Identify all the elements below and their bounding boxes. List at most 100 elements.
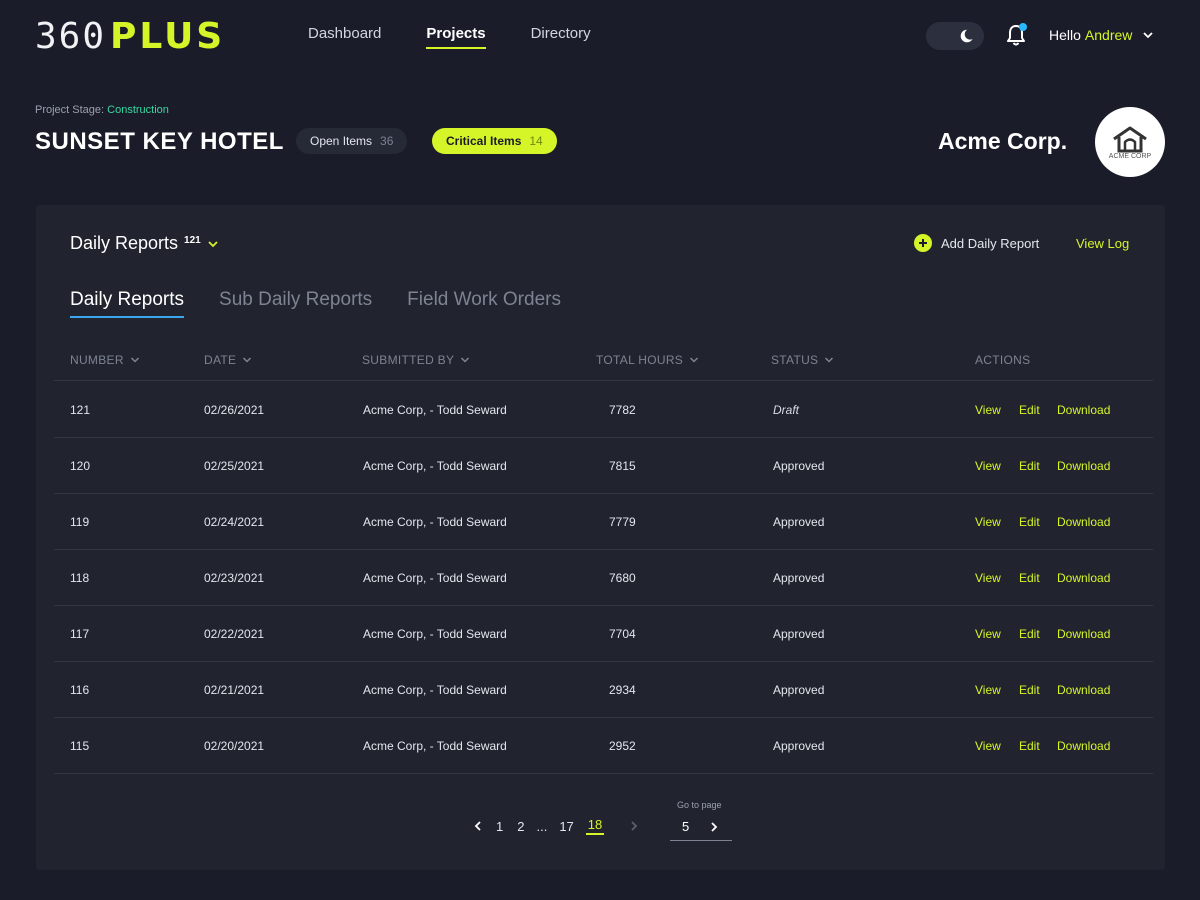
cell-number: 119 [70, 515, 90, 529]
edit-link[interactable]: Edit [1019, 459, 1040, 473]
table-row: 119 02/24/2021 Acme Corp, - Todd Seward … [54, 494, 1153, 550]
cell-total-hours: 7704 [609, 627, 636, 641]
header-date-label: DATE [204, 353, 237, 367]
download-link[interactable]: Download [1057, 571, 1110, 585]
cell-status: Approved [773, 683, 825, 697]
cell-status: Approved [773, 739, 825, 753]
header-date[interactable]: DATE [204, 353, 252, 367]
cell-total-hours: 2952 [609, 739, 636, 753]
open-items-pill[interactable]: Open Items 36 [296, 128, 408, 154]
cell-submitted-by: Acme Corp, - Todd Seward [363, 403, 507, 417]
chevron-down-icon [243, 357, 252, 363]
download-link[interactable]: Download [1057, 403, 1110, 417]
header-number[interactable]: NUMBER [70, 353, 140, 367]
header-submitted-by[interactable]: SUBMITTED BY [362, 353, 470, 367]
cell-submitted-by: Acme Corp, - Todd Seward [363, 515, 507, 529]
page-18-current[interactable]: 18 [585, 817, 605, 835]
cell-status: Draft [773, 403, 800, 417]
chevron-down-icon [1143, 32, 1154, 39]
project-stage: Project Stage: Construction [35, 104, 169, 116]
page-ellipsis: ... [536, 818, 548, 834]
download-link[interactable]: Download [1057, 459, 1110, 473]
cell-total-hours: 2934 [609, 683, 636, 697]
critical-items-pill[interactable]: Critical Items 14 [432, 128, 557, 154]
user-name: Andrew [1084, 27, 1133, 43]
header-total-hours[interactable]: TOTAL HOURS [596, 353, 699, 367]
add-daily-report-button[interactable]: Add Daily Report [914, 234, 1039, 252]
report-count: 121 [184, 235, 201, 246]
cell-date: 02/23/2021 [204, 571, 265, 585]
tab-sub-daily-reports[interactable]: Sub Daily Reports [219, 289, 372, 318]
page-17[interactable]: 17 [557, 819, 575, 834]
view-link[interactable]: View [975, 627, 1001, 641]
cell-status: Approved [773, 515, 825, 529]
page-1[interactable]: 1 [494, 819, 505, 834]
header-status[interactable]: STATUS [771, 353, 834, 367]
user-menu[interactable]: Hello Andrew [1049, 27, 1154, 43]
chevron-down-icon [825, 357, 834, 363]
moon-icon [960, 28, 976, 43]
view-link[interactable]: View [975, 403, 1001, 417]
edit-link[interactable]: Edit [1019, 627, 1040, 641]
view-link[interactable]: View [975, 683, 1001, 697]
nav-dashboard[interactable]: Dashboard [308, 25, 381, 49]
cell-status: Approved [773, 627, 825, 641]
cell-number: 117 [70, 627, 90, 641]
theme-toggle[interactable] [926, 22, 984, 50]
company-name: Acme Corp. [938, 128, 1068, 154]
download-link[interactable]: Download [1057, 627, 1110, 641]
edit-link[interactable]: Edit [1019, 571, 1040, 585]
edit-link[interactable]: Edit [1019, 739, 1040, 753]
panel-title-dropdown[interactable]: Daily Reports 121 [70, 233, 219, 254]
cell-total-hours: 7815 [609, 459, 636, 473]
edit-link[interactable]: Edit [1019, 683, 1040, 697]
tab-daily-reports[interactable]: Daily Reports [70, 289, 185, 318]
company-logo: ACME CORP [1095, 107, 1165, 177]
download-link[interactable]: Download [1057, 683, 1110, 697]
edit-link[interactable]: Edit [1019, 515, 1040, 529]
notification-dot [1019, 23, 1027, 31]
chevron-down-icon [130, 357, 139, 363]
chevron-right-icon[interactable] [628, 820, 640, 832]
app-logo[interactable]: 360 PLUS [35, 15, 225, 57]
open-items-label: Open Items [310, 134, 373, 148]
view-link[interactable]: View [975, 515, 1001, 529]
table-header: NUMBER DATE SUBMITTED BY TOTAL HOURS STA… [54, 341, 1153, 381]
cell-date: 02/26/2021 [204, 403, 265, 417]
cell-number: 121 [70, 403, 91, 417]
header-total-hours-label: TOTAL HOURS [596, 353, 684, 367]
chevron-down-icon [690, 357, 699, 363]
download-link[interactable]: Download [1057, 739, 1110, 753]
tab-field-work-orders[interactable]: Field Work Orders [407, 289, 561, 318]
top-bar: 360 PLUS Dashboard Projects Directory He… [0, 0, 1200, 72]
go-to-page-input[interactable]: 5 [670, 813, 732, 841]
cell-submitted-by: Acme Corp, - Todd Seward [363, 627, 507, 641]
header-status-label: STATUS [771, 353, 819, 367]
go-to-page-label: Go to page [677, 800, 722, 810]
house-logo-icon [1113, 126, 1147, 152]
cell-date: 02/21/2021 [204, 683, 265, 697]
company-logo-text: ACME CORP [1108, 152, 1152, 160]
table-row: 118 02/23/2021 Acme Corp, - Todd Seward … [54, 550, 1153, 606]
page-2[interactable]: 2 [515, 819, 526, 834]
table-row: 117 02/22/2021 Acme Corp, - Todd Seward … [54, 606, 1153, 662]
view-link[interactable]: View [975, 739, 1001, 753]
report-tabs: Daily Reports Sub Daily Reports Field Wo… [70, 289, 561, 318]
chevron-left-icon[interactable] [472, 820, 484, 832]
chevron-right-icon[interactable] [708, 821, 720, 833]
download-link[interactable]: Download [1057, 515, 1110, 529]
nav-directory[interactable]: Directory [531, 25, 591, 49]
cell-number: 118 [70, 571, 90, 585]
cell-status: Approved [773, 571, 825, 585]
table-row: 116 02/21/2021 Acme Corp, - Todd Seward … [54, 662, 1153, 718]
edit-link[interactable]: Edit [1019, 403, 1040, 417]
cell-total-hours: 7782 [609, 403, 636, 417]
view-log-link[interactable]: View Log [1076, 236, 1129, 251]
view-link[interactable]: View [975, 459, 1001, 473]
logo-part-1: 360 [35, 15, 107, 57]
nav-projects[interactable]: Projects [426, 25, 486, 49]
cell-date: 02/20/2021 [204, 739, 265, 753]
notifications-button[interactable] [1003, 22, 1029, 48]
critical-items-count: 14 [529, 134, 543, 148]
view-link[interactable]: View [975, 571, 1001, 585]
